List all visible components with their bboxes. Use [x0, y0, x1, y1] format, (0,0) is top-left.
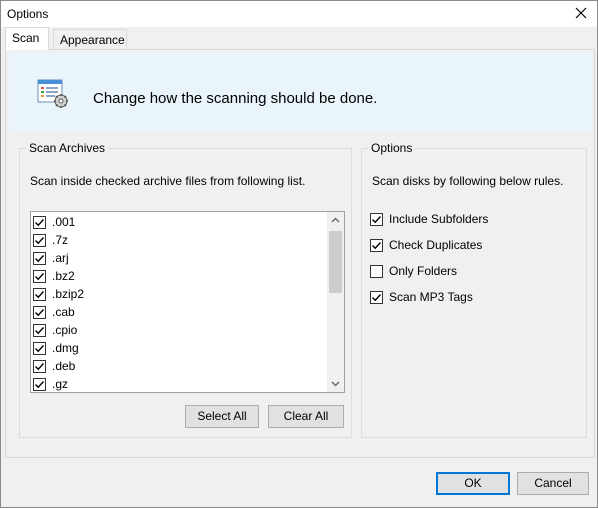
- archive-checkbox[interactable]: [33, 323, 46, 337]
- archive-extension-label: .deb: [52, 359, 76, 373]
- archive-checkbox[interactable]: [33, 233, 46, 247]
- options-group: Options Scan disks by following below ru…: [361, 141, 587, 438]
- option-label: Scan MP3 Tags: [389, 290, 473, 304]
- archive-checkbox[interactable]: [33, 341, 46, 355]
- option-checkbox[interactable]: [370, 264, 383, 278]
- archive-checkbox[interactable]: [33, 287, 46, 301]
- ok-button[interactable]: OK: [436, 472, 510, 495]
- option-scan-mp3-tags[interactable]: Scan MP3 Tags: [370, 288, 473, 306]
- option-checkbox[interactable]: [370, 290, 383, 304]
- options-description: Scan disks by following below rules.: [372, 174, 564, 188]
- archive-list-item[interactable]: .001: [33, 213, 325, 231]
- option-include-subfolders[interactable]: Include Subfolders: [370, 210, 488, 228]
- archive-list-item[interactable]: .cab: [33, 303, 325, 321]
- window-title: Options: [7, 7, 49, 21]
- tab-strip: Scan Appearance: [5, 27, 595, 50]
- archive-list-item[interactable]: .deb: [33, 357, 325, 375]
- select-all-button[interactable]: Select All: [185, 405, 259, 428]
- archive-extension-label: .001: [52, 215, 76, 229]
- header-band: Change how the scanning should be done.: [9, 53, 592, 131]
- cancel-button[interactable]: Cancel: [517, 472, 589, 495]
- scan-archives-group: Scan Archives Scan inside checked archiv…: [19, 141, 352, 438]
- scroll-thumb[interactable]: [329, 231, 342, 293]
- archive-extension-label: .bz2: [52, 269, 75, 283]
- archive-checkbox[interactable]: [33, 269, 46, 283]
- archive-list-item[interactable]: .dmg: [33, 339, 325, 357]
- scan-archives-title: Scan Archives: [26, 141, 109, 155]
- scan-tab-panel: Change how the scanning should be done. …: [5, 49, 595, 458]
- archive-list-item[interactable]: .gz: [33, 375, 325, 392]
- archive-extension-label: .7z: [52, 233, 69, 247]
- option-label: Include Subfolders: [389, 212, 489, 226]
- header-text: Change how the scanning should be done.: [93, 90, 378, 107]
- option-only-folders[interactable]: Only Folders: [370, 262, 457, 280]
- settings-list-icon: [37, 79, 69, 109]
- archive-list[interactable]: .001 .7z .arj .bz2 .bzip2 .cab .cpio .dmg .deb .g…: [30, 211, 345, 393]
- archive-list-item[interactable]: .bz2: [33, 267, 325, 285]
- archive-extension-label: .bzip2: [52, 287, 85, 301]
- archive-extension-label: .arj: [52, 251, 69, 265]
- archive-checkbox[interactable]: [33, 305, 46, 319]
- tab-scan[interactable]: Scan: [5, 27, 49, 50]
- archive-checkbox[interactable]: [33, 215, 46, 229]
- options-title: Options: [368, 141, 416, 155]
- option-check-duplicates[interactable]: Check Duplicates: [370, 236, 482, 254]
- archive-list-item[interactable]: .bzip2: [33, 285, 325, 303]
- scroll-down-icon[interactable]: [327, 375, 344, 392]
- archive-extension-label: .dmg: [52, 341, 79, 355]
- close-icon[interactable]: [573, 5, 589, 21]
- title-bar: Options: [1, 1, 597, 27]
- archive-list-item[interactable]: .cpio: [33, 321, 325, 339]
- archive-checkbox[interactable]: [33, 251, 46, 265]
- scroll-up-icon[interactable]: [327, 212, 344, 229]
- scan-archives-description: Scan inside checked archive files from f…: [30, 174, 306, 188]
- clear-all-button[interactable]: Clear All: [268, 405, 344, 428]
- tab-appearance[interactable]: Appearance: [53, 29, 127, 49]
- option-checkbox[interactable]: [370, 212, 383, 226]
- options-dialog: Options Scan Appearance Change how the s…: [0, 0, 598, 508]
- archive-extension-label: .cpio: [52, 323, 78, 337]
- option-checkbox[interactable]: [370, 238, 383, 252]
- archive-list-item[interactable]: .7z: [33, 231, 325, 249]
- archive-checkbox[interactable]: [33, 359, 46, 373]
- archive-extension-label: .cab: [52, 305, 75, 319]
- option-label: Only Folders: [389, 264, 458, 278]
- archive-list-scrollbar[interactable]: [327, 212, 344, 392]
- archive-list-item[interactable]: .arj: [33, 249, 325, 267]
- option-label: Check Duplicates: [389, 238, 483, 252]
- archive-checkbox[interactable]: [33, 377, 46, 391]
- archive-extension-label: .gz: [52, 377, 69, 391]
